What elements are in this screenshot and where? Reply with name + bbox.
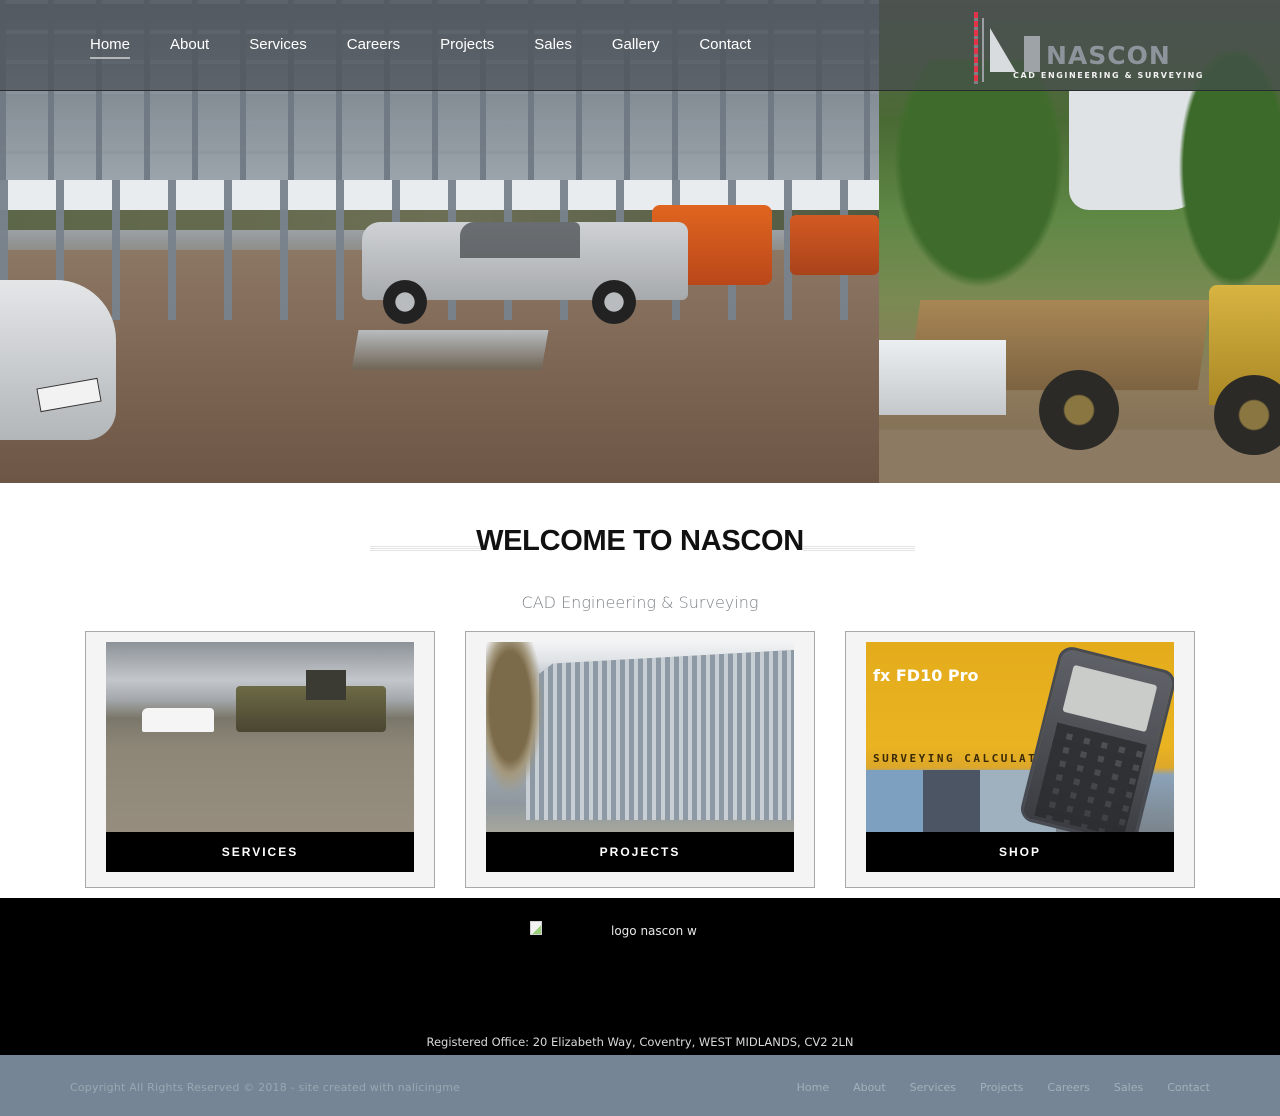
- nav-home[interactable]: Home: [90, 35, 131, 59]
- services-image: [106, 642, 414, 832]
- tree: [486, 642, 546, 802]
- nav-projects[interactable]: Projects: [440, 35, 494, 55]
- calculator-keys: [1034, 722, 1147, 832]
- car: [0, 280, 116, 440]
- nav-careers[interactable]: Careers: [347, 35, 400, 55]
- office-building: [526, 650, 794, 820]
- logo-wordmark: NASCON: [1046, 41, 1171, 70]
- nascon-logo[interactable]: NASCON CAD ENGINEERING & SURVEYING: [968, 6, 1202, 86]
- calculator-icon: [1018, 644, 1174, 832]
- footer-nav-contact[interactable]: Contact: [1167, 1081, 1210, 1094]
- trees: [879, 60, 1079, 310]
- footer-nav-home[interactable]: Home: [797, 1081, 829, 1094]
- card-projects-label[interactable]: PROJECTS: [486, 832, 794, 872]
- card-shop-label[interactable]: SHOP: [866, 832, 1174, 872]
- product-name: fx FD10 Pro: [873, 666, 979, 685]
- nav-sales[interactable]: Sales: [534, 35, 572, 55]
- footer-nav-about[interactable]: About: [853, 1081, 886, 1094]
- footer-nav-careers[interactable]: Careers: [1047, 1081, 1090, 1094]
- registered-office-address: Registered Office: 20 Elizabeth Way, Cov…: [426, 1035, 854, 1049]
- pickup-truck-cab: [460, 222, 580, 258]
- truck-wheel: [383, 280, 427, 324]
- logo-triangle-icon: [990, 28, 1016, 72]
- card-projects[interactable]: PROJECTS: [465, 631, 815, 888]
- logo-bar-icon: [1024, 36, 1040, 72]
- bulldozer-cab: [306, 670, 346, 700]
- pickup-truck: [142, 708, 214, 732]
- nav-about[interactable]: About: [170, 35, 209, 55]
- shop-image: fx FD10 Pro SURVEYING CALCULATOR: [866, 642, 1174, 832]
- calculator-screen: [1062, 664, 1158, 733]
- dump-truck-wheel: [1039, 370, 1119, 450]
- welcome-title: WELCOME TO NASCON: [476, 525, 804, 557]
- logo-survey-pole-icon: [974, 12, 978, 84]
- truck-wheel: [592, 280, 636, 324]
- welcome-subtitle: CAD Engineering & Surveying: [521, 593, 759, 612]
- nav-contact[interactable]: Contact: [699, 35, 751, 55]
- footer-nav-sales[interactable]: Sales: [1114, 1081, 1143, 1094]
- footer: [0, 898, 1280, 1055]
- card-services[interactable]: SERVICES: [85, 631, 435, 888]
- product-caption: SURVEYING CALCULATOR: [873, 752, 1056, 765]
- page: Home About Services Careers Projects Sal…: [0, 0, 1280, 1116]
- card-services-label[interactable]: SERVICES: [106, 832, 414, 872]
- trailer: [879, 340, 1006, 415]
- card-shop[interactable]: fx FD10 Pro SURVEYING CALCULATOR SHOP: [845, 631, 1195, 888]
- footer-nav-services[interactable]: Services: [910, 1081, 956, 1094]
- nav-gallery[interactable]: Gallery: [612, 35, 660, 55]
- header-bar: Home About Services Careers Projects Sal…: [0, 0, 1280, 91]
- projects-image: [486, 642, 794, 832]
- logo-tagline: CAD ENGINEERING & SURVEYING: [1013, 71, 1205, 80]
- footer-nav: Home About Services Projects Careers Sal…: [773, 1081, 1210, 1094]
- nav-services[interactable]: Services: [249, 35, 307, 55]
- main-nav: Home About Services Careers Projects Sal…: [90, 35, 791, 59]
- logo-line-icon: [982, 18, 984, 82]
- footer-nav-projects[interactable]: Projects: [980, 1081, 1023, 1094]
- footer-logo-alt-text: logo nascon w: [611, 924, 697, 938]
- copyright-text: Copyright All Rights Reserved © 2018 - s…: [70, 1081, 461, 1094]
- broken-image-icon: [528, 921, 546, 937]
- debris: [351, 330, 549, 370]
- orange-lift: [790, 215, 879, 275]
